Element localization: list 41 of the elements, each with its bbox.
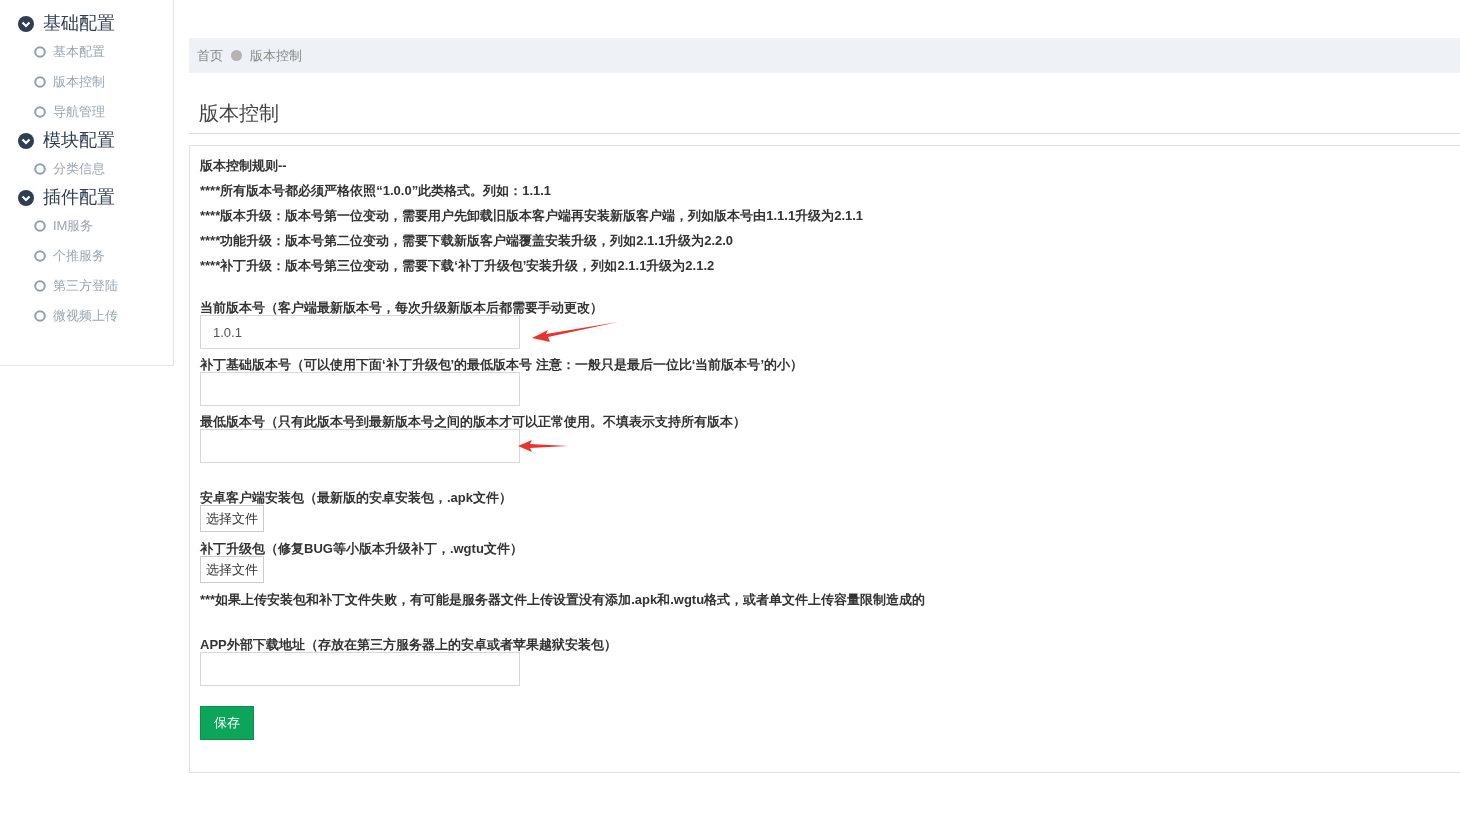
sidebar-item[interactable]: IM服务 <box>53 216 94 236</box>
rule-text: ****版本升级：版本号第一位变动，需要用户先卸载旧版本客户端再安装新版客户端，列如版本号由1.1.1升级为2.1.1 <box>200 207 865 225</box>
rule-text: ****补丁升级：版本号第三位变动，需要下载‘补丁升级包’安装升级，列如2.1.1升级为2.1.2 <box>200 257 716 275</box>
circle-icon <box>34 220 46 232</box>
text-input[interactable] <box>200 372 520 406</box>
breadcrumb-link[interactable]: 首页 <box>197 45 223 66</box>
sidebar-item[interactable]: 分类信息 <box>53 159 105 179</box>
circle-icon <box>34 46 46 58</box>
page-title: 版本控制 <box>199 102 279 124</box>
text-input[interactable]: 1.0.1 <box>200 315 520 349</box>
sidebar-item[interactable]: 基本配置 <box>53 42 105 62</box>
sidebar-item[interactable]: 导航管理 <box>53 102 105 122</box>
choose-file-button[interactable]: 选择文件 <box>200 556 264 583</box>
circle-icon <box>34 310 46 322</box>
sidebar-group-title[interactable]: 插件配置 <box>43 184 115 211</box>
rule-text: ****所有版本号都必须严格依照“1.0.0”此类格式。列如：1.1.1 <box>200 182 553 200</box>
circle-icon <box>34 76 46 88</box>
field-label: 最低版本号（只有此版本号到最新版本号之间的版本才可以正常使用。不填表示支持所有版本） <box>200 413 747 431</box>
choose-file-button[interactable]: 选择文件 <box>200 505 264 532</box>
circle-icon <box>34 163 46 175</box>
save-button[interactable]: 保存 <box>200 706 254 740</box>
field-label: 补丁升级包（修复BUG等小版本升级补丁，.wgtu文件） <box>200 540 524 558</box>
text-input[interactable] <box>200 429 520 463</box>
sidebar-item[interactable]: 个推服务 <box>53 246 105 266</box>
text-input[interactable] <box>200 652 520 686</box>
circle-icon <box>34 280 46 292</box>
sidebar-item[interactable]: 版本控制 <box>53 72 105 92</box>
rule-text: 版本控制规则-- <box>200 157 288 175</box>
field-label: 安卓客户端安装包（最新版的安卓安装包，.apk文件） <box>200 489 513 507</box>
sidebar-item[interactable]: 第三方登陆 <box>53 276 118 296</box>
field-label: ***如果上传安装包和补丁文件失败，有可能是服务器文件上传设置没有添加.apk和.wgtu格式，或者单文件上传容量限制造成的 <box>200 591 927 609</box>
rule-text: ****功能升级：版本号第二位变动，需要下载新版客户端覆盖安装升级，列如2.1.1升级为2.2.0 <box>200 232 735 250</box>
circle-icon <box>34 250 46 262</box>
sidebar-group-title[interactable]: 基础配置 <box>43 10 115 37</box>
circle-icon <box>34 106 46 118</box>
field-label: APP外部下载地址（存放在第三方服务器上的安卓或者苹果越狱安装包） <box>200 636 618 654</box>
breadcrumb-link[interactable]: 版本控制 <box>250 45 302 66</box>
sidebar-item[interactable]: 微视频上传 <box>53 306 118 326</box>
field-label: 补丁基础版本号（可以使用下面‘补丁升级包’的最低版本号 注意：一般只是最后一位比‘当前版本号’的小） <box>200 356 805 374</box>
sidebar-group-title[interactable]: 模块配置 <box>43 127 115 154</box>
field-label: 当前版本号（客户端最新版本号，每次升级新版本后都需要手动更改） <box>200 299 604 317</box>
